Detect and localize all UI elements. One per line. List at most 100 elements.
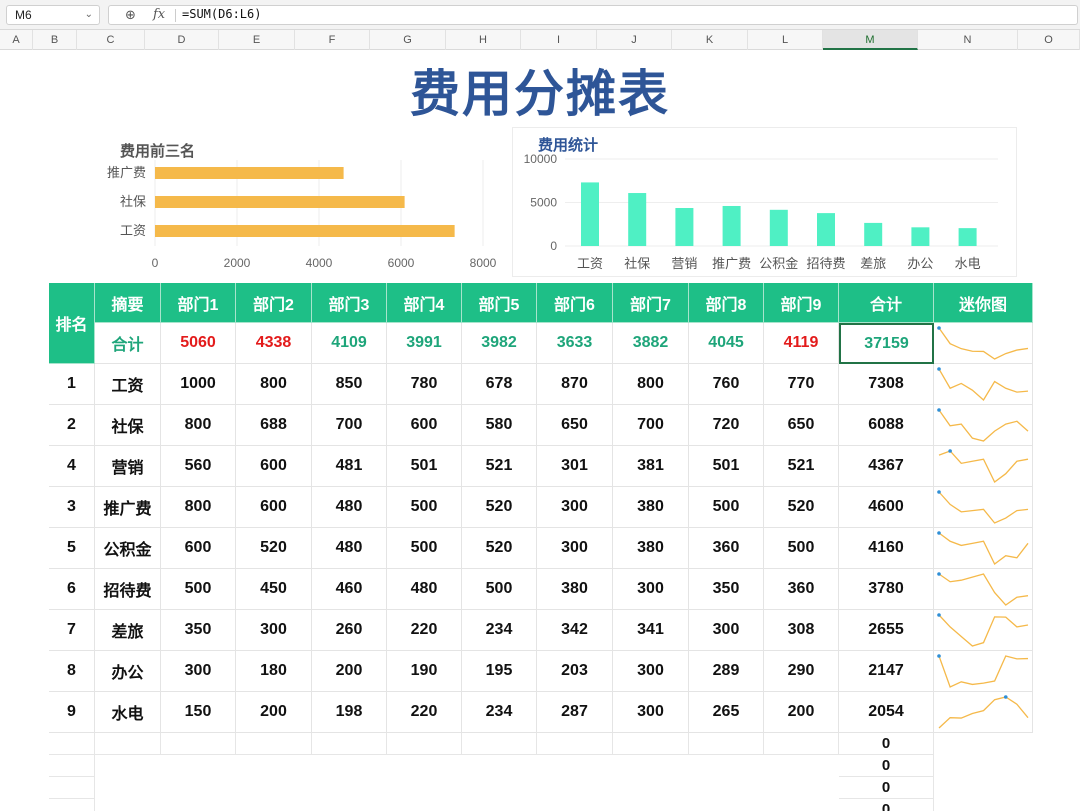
- column-header[interactable]: 部门4: [387, 283, 462, 323]
- sum-cell[interactable]: 2147: [839, 651, 934, 692]
- summary-cell[interactable]: 水电: [95, 692, 161, 733]
- empty-cell[interactable]: [236, 733, 312, 755]
- value-cell[interactable]: 650: [537, 405, 613, 446]
- value-cell[interactable]: 234: [462, 692, 537, 733]
- empty-cell[interactable]: [462, 733, 537, 755]
- value-cell[interactable]: 287: [537, 692, 613, 733]
- value-cell[interactable]: 780: [387, 364, 462, 405]
- value-cell[interactable]: 203: [537, 651, 613, 692]
- sum-cell[interactable]: 2655: [839, 610, 934, 651]
- value-cell[interactable]: 520: [236, 528, 312, 569]
- rank-cell[interactable]: 8: [49, 651, 95, 692]
- sum-cell[interactable]: 6088: [839, 405, 934, 446]
- value-cell[interactable]: 301: [537, 446, 613, 487]
- empty-cell[interactable]: [689, 733, 764, 755]
- sum-cell[interactable]: 3780: [839, 569, 934, 610]
- sum-cell[interactable]: 7308: [839, 364, 934, 405]
- column-header-d[interactable]: D: [145, 30, 219, 50]
- value-cell[interactable]: 300: [537, 487, 613, 528]
- value-cell[interactable]: 520: [462, 528, 537, 569]
- value-cell[interactable]: 500: [689, 487, 764, 528]
- value-cell[interactable]: 600: [236, 487, 312, 528]
- total-label[interactable]: 合计: [95, 323, 161, 364]
- zoom-icon[interactable]: ⊕: [125, 7, 136, 23]
- zero-sum-cell[interactable]: 0: [839, 733, 934, 755]
- value-cell[interactable]: 688: [236, 405, 312, 446]
- total-cell[interactable]: 3882: [613, 323, 689, 364]
- empty-cell[interactable]: [537, 733, 613, 755]
- value-cell[interactable]: 360: [689, 528, 764, 569]
- value-cell[interactable]: 480: [312, 487, 387, 528]
- summary-cell[interactable]: 社保: [95, 405, 161, 446]
- total-cell[interactable]: 4045: [689, 323, 764, 364]
- column-header-n[interactable]: N: [918, 30, 1018, 50]
- value-cell[interactable]: 800: [236, 364, 312, 405]
- column-header-m[interactable]: M: [823, 30, 918, 50]
- value-cell[interactable]: 700: [312, 405, 387, 446]
- column-header-e[interactable]: E: [219, 30, 295, 50]
- value-cell[interactable]: 150: [161, 692, 236, 733]
- total-cell[interactable]: 3982: [462, 323, 537, 364]
- value-cell[interactable]: 460: [312, 569, 387, 610]
- value-cell[interactable]: 380: [613, 528, 689, 569]
- rank-cell[interactable]: 7: [49, 610, 95, 651]
- column-header-g[interactable]: G: [370, 30, 446, 50]
- value-cell[interactable]: 720: [689, 405, 764, 446]
- zero-sum-cell[interactable]: 0: [839, 777, 934, 799]
- value-cell[interactable]: 500: [462, 569, 537, 610]
- value-cell[interactable]: 481: [312, 446, 387, 487]
- value-cell[interactable]: 360: [764, 569, 839, 610]
- value-cell[interactable]: 350: [161, 610, 236, 651]
- summary-cell[interactable]: 营销: [95, 446, 161, 487]
- column-header-i[interactable]: I: [521, 30, 597, 50]
- sum-cell[interactable]: 4367: [839, 446, 934, 487]
- value-cell[interactable]: 501: [387, 446, 462, 487]
- formula-input[interactable]: ⊕ fx =SUM(D6:L6): [108, 5, 1078, 25]
- value-cell[interactable]: 220: [387, 692, 462, 733]
- value-cell[interactable]: 521: [462, 446, 537, 487]
- empty-cell[interactable]: [312, 733, 387, 755]
- value-cell[interactable]: 300: [613, 692, 689, 733]
- column-header[interactable]: 摘要: [95, 283, 161, 323]
- total-cell[interactable]: 4109: [312, 323, 387, 364]
- top3-expense-chart[interactable]: 费用前三名 0 2000 4000 6000 8000 推广费 社保 工资: [100, 134, 510, 274]
- value-cell[interactable]: 300: [537, 528, 613, 569]
- summary-cell[interactable]: 推广费: [95, 487, 161, 528]
- empty-cell[interactable]: [387, 733, 462, 755]
- value-cell[interactable]: 450: [236, 569, 312, 610]
- empty-cell[interactable]: [613, 733, 689, 755]
- value-cell[interactable]: 300: [161, 651, 236, 692]
- rank-cell[interactable]: 3: [49, 487, 95, 528]
- empty-cell[interactable]: [161, 733, 236, 755]
- value-cell[interactable]: 380: [613, 487, 689, 528]
- value-cell[interactable]: 760: [689, 364, 764, 405]
- summary-cell[interactable]: 差旅: [95, 610, 161, 651]
- empty-cell[interactable]: [49, 733, 95, 755]
- value-cell[interactable]: 850: [312, 364, 387, 405]
- value-cell[interactable]: 501: [689, 446, 764, 487]
- value-cell[interactable]: 180: [236, 651, 312, 692]
- value-cell[interactable]: 290: [764, 651, 839, 692]
- rank-cell[interactable]: 2: [49, 405, 95, 446]
- total-cell[interactable]: 3633: [537, 323, 613, 364]
- summary-cell[interactable]: 公积金: [95, 528, 161, 569]
- value-cell[interactable]: 480: [312, 528, 387, 569]
- value-cell[interactable]: 600: [161, 528, 236, 569]
- value-cell[interactable]: 342: [537, 610, 613, 651]
- column-header[interactable]: 部门8: [689, 283, 764, 323]
- total-cell[interactable]: 5060: [161, 323, 236, 364]
- column-header-f[interactable]: F: [295, 30, 370, 50]
- value-cell[interactable]: 380: [537, 569, 613, 610]
- value-cell[interactable]: 200: [764, 692, 839, 733]
- name-box[interactable]: M6 ⌄: [6, 5, 100, 25]
- rank-cell[interactable]: 1: [49, 364, 95, 405]
- value-cell[interactable]: 198: [312, 692, 387, 733]
- value-cell[interactable]: 260: [312, 610, 387, 651]
- column-header-a[interactable]: A: [0, 30, 33, 50]
- chevron-down-icon[interactable]: ⌄: [85, 6, 93, 24]
- column-header-k[interactable]: K: [672, 30, 748, 50]
- value-cell[interactable]: 300: [613, 651, 689, 692]
- value-cell[interactable]: 289: [689, 651, 764, 692]
- value-cell[interactable]: 500: [161, 569, 236, 610]
- total-cell[interactable]: 3991: [387, 323, 462, 364]
